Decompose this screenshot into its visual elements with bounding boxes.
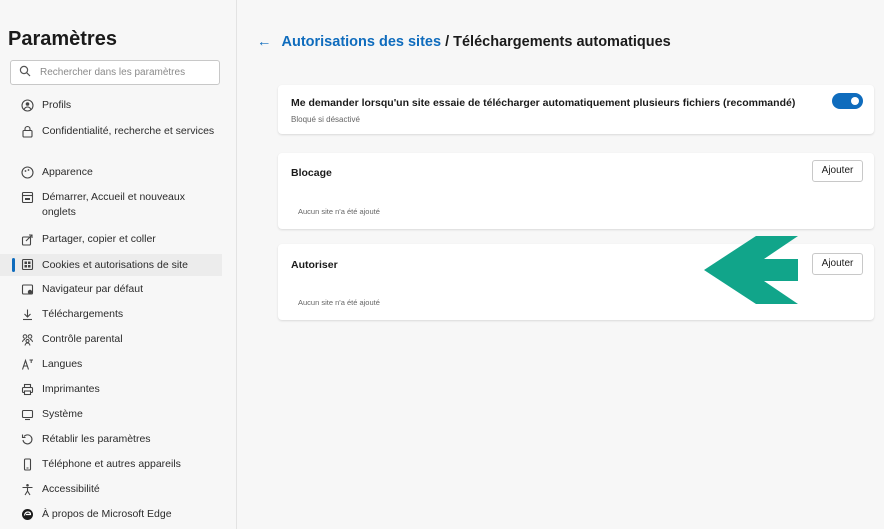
block-add-button[interactable]: Ajouter — [812, 160, 863, 182]
sidebar-item-profils[interactable]: Profils — [0, 98, 222, 113]
family-icon — [22, 334, 33, 346]
sidebar-item-confidentialite[interactable]: Confidentialité, recherche et services — [0, 124, 222, 154]
sidebar-item-label: Imprimantes — [42, 383, 100, 395]
reset-icon — [21, 434, 33, 445]
breadcrumb-separator: / — [441, 34, 454, 50]
browser-icon — [21, 284, 34, 295]
phone-icon — [23, 458, 32, 471]
download-icon — [23, 309, 32, 321]
sidebar-item-label: Confidentialité, recherche et services — [42, 125, 215, 137]
sidebar-item-label: Accessibilité — [42, 483, 100, 495]
breadcrumb-link-autorisations[interactable]: Autorisations des sites — [282, 34, 442, 50]
share-icon — [21, 234, 33, 246]
search-icon — [19, 65, 31, 77]
system-icon — [21, 409, 34, 421]
active-indicator — [12, 258, 15, 272]
appearance-icon — [21, 166, 34, 179]
allow-add-button[interactable]: Ajouter — [812, 253, 863, 275]
language-icon — [21, 358, 33, 370]
sidebar-item-label: Système — [42, 408, 83, 420]
auto-download-toggle[interactable] — [832, 93, 863, 109]
back-arrow-icon[interactable]: ← — [257, 34, 272, 50]
page-title: Téléchargements automatiques — [453, 34, 671, 50]
block-card-title: Blocage — [291, 167, 332, 179]
toggle-card-title: Me demander lorsqu'un site essaie de tél… — [291, 97, 796, 109]
cookies-icon — [21, 258, 34, 271]
sidebar-item-label: À propos de Microsoft Edge — [42, 508, 172, 520]
settings-sidebar: Paramètres Rechercher dans les paramètre… — [0, 0, 237, 529]
sidebar-item-accessibilite[interactable]: Accessibilité — [0, 482, 222, 497]
toggle-card-subtitle: Bloqué si désactivé — [291, 115, 360, 124]
sidebar-item-a-propos[interactable]: À propos de Microsoft Edge — [0, 507, 222, 522]
sidebar-item-label: Contrôle parental — [42, 333, 123, 345]
sidebar-item-label: Rétablir les paramètres — [42, 433, 151, 445]
sidebar-item-systeme[interactable]: Système — [0, 407, 222, 422]
block-card: Blocage Ajouter Aucun site n'a été ajout… — [278, 153, 874, 229]
breadcrumb: ← Autorisations des sites / Téléchargemen… — [257, 34, 671, 50]
accessibility-icon — [22, 484, 33, 496]
search-placeholder: Rechercher dans les paramètres — [40, 67, 186, 78]
sidebar-item-demarrer[interactable]: Démarrer, Accueil et nouveaux onglets — [0, 190, 222, 220]
toggle-knob — [851, 97, 859, 105]
sidebar-item-label: Navigateur par défaut — [42, 283, 143, 295]
sidebar-item-label: Apparence — [42, 166, 93, 178]
sidebar-item-apparence[interactable]: Apparence — [0, 165, 222, 180]
sidebar-item-controle-parental[interactable]: Contrôle parental — [0, 332, 222, 347]
sidebar-item-label: Téléchargements — [42, 308, 124, 320]
main-content: ← Autorisations des sites / Téléchargemen… — [237, 0, 884, 529]
home-tab-icon — [21, 191, 34, 204]
sidebar-item-label: Téléphone et autres appareils — [42, 458, 181, 470]
sidebar-item-label: Langues — [42, 358, 83, 370]
allow-empty-text: Aucun site n'a été ajouté — [298, 298, 380, 307]
annotation-arrow-icon — [704, 236, 798, 304]
sidebar-item-retablir[interactable]: Rétablir les paramètres — [0, 432, 222, 447]
auto-download-toggle-card: Me demander lorsqu'un site essaie de tél… — [278, 85, 874, 134]
lock-icon — [22, 125, 33, 138]
block-empty-text: Aucun site n'a été ajouté — [298, 207, 380, 216]
sidebar-item-navigateur[interactable]: Navigateur par défaut — [0, 282, 222, 297]
sidebar-item-label: Démarrer, Accueil et nouveaux onglets — [42, 191, 185, 218]
sidebar-item-label: Profils — [42, 99, 72, 111]
edge-icon — [22, 509, 33, 520]
allow-card-title: Autoriser — [291, 259, 338, 271]
search-input[interactable]: Rechercher dans les paramètres — [10, 60, 220, 85]
sidebar-item-imprimantes[interactable]: Imprimantes — [0, 382, 222, 397]
sidebar-item-langues[interactable]: Langues — [0, 357, 222, 372]
sidebar-title: Paramètres — [8, 28, 117, 50]
sidebar-item-partager[interactable]: Partager, copier et coller — [0, 232, 222, 247]
sidebar-item-label: Cookies et autorisations de site — [42, 259, 188, 271]
printer-icon — [21, 383, 34, 396]
sidebar-item-cookies[interactable]: Cookies et autorisations de site — [0, 254, 222, 276]
sidebar-item-telephone[interactable]: Téléphone et autres appareils — [0, 457, 222, 472]
sidebar-item-label: Partager, copier et coller — [42, 233, 156, 245]
sidebar-item-telechargements[interactable]: Téléchargements — [0, 307, 222, 322]
profile-icon — [21, 99, 34, 112]
